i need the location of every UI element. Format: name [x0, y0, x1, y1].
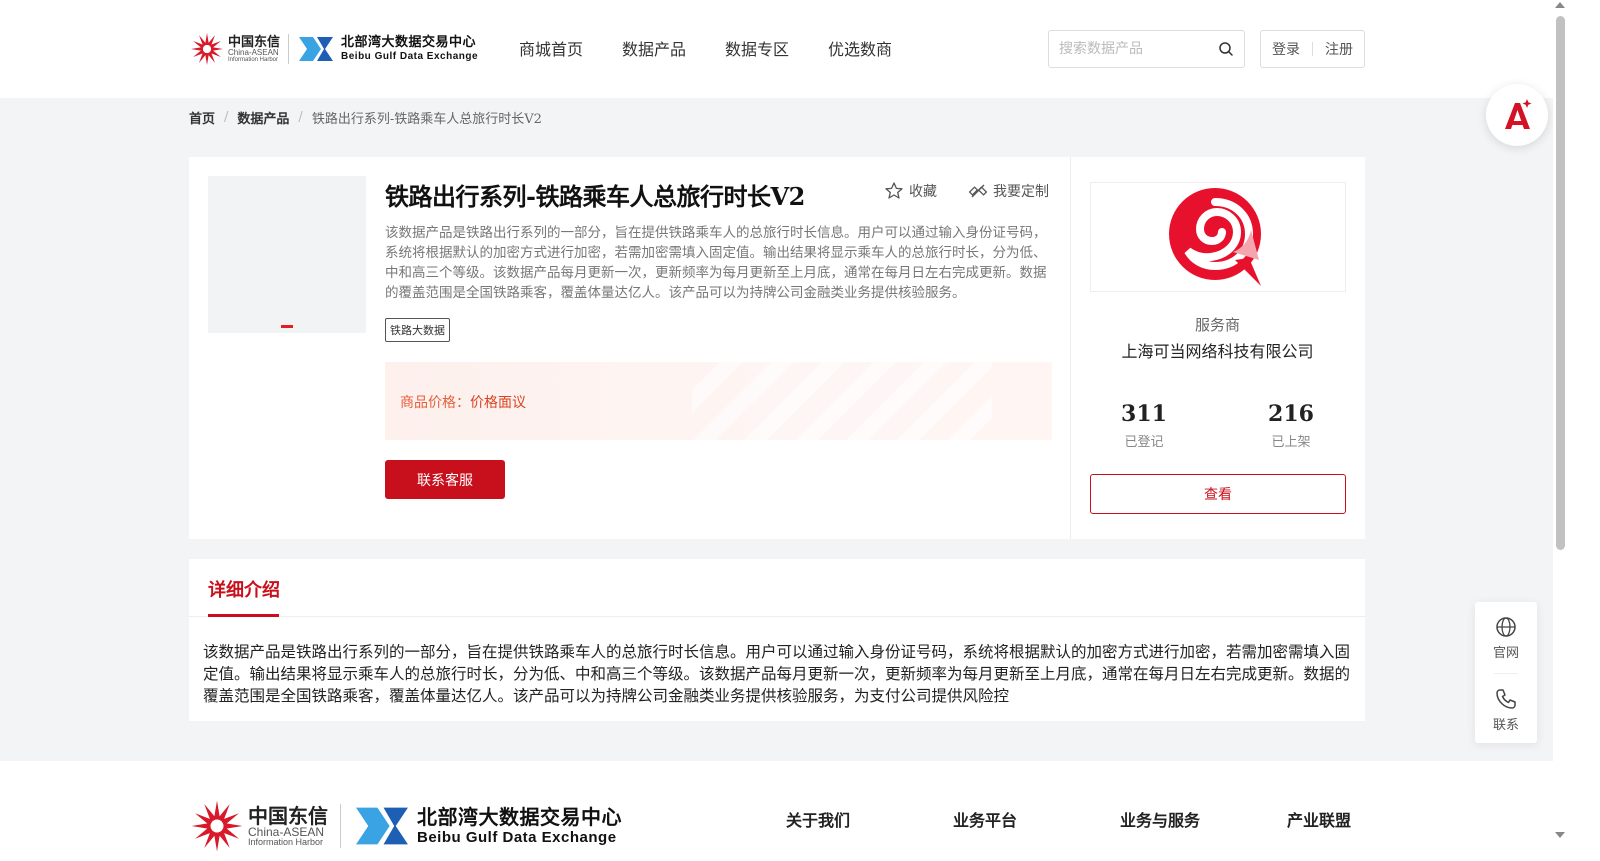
scrollbar-thumb[interactable]: [1556, 16, 1565, 550]
ai-assistant-button[interactable]: [1486, 84, 1548, 146]
price-box-decoration: [692, 362, 992, 440]
nav-data-products[interactable]: 数据产品: [622, 36, 686, 60]
search-icon[interactable]: [1218, 41, 1234, 57]
detail-text: 该数据产品是铁路出行系列的一部分，旨在提供铁路乘车人的总旅行时长信息。用户可以通…: [203, 643, 1351, 705]
customize-label: 我要定制: [993, 184, 1049, 200]
beibu-bx-icon: [356, 807, 408, 845]
breadcrumb-home[interactable]: 首页: [189, 108, 215, 127]
provider-role: 服务商: [1194, 316, 1240, 334]
scroll-up-arrow[interactable]: [1555, 2, 1565, 8]
beibu-en: Beibu Gulf Data Exchange: [341, 50, 479, 62]
favorite-label: 收藏: [909, 184, 937, 200]
chinatel-en-1: China-ASEAN: [248, 824, 325, 839]
product-tag[interactable]: 铁路大数据: [385, 318, 450, 342]
registered-label: 已登记: [1124, 435, 1164, 450]
main-nav: 商城首页 数据产品 数据专区 优选数商: [519, 36, 892, 60]
breadcrumb-separator: /: [298, 110, 303, 125]
provider-logo: [1090, 182, 1346, 292]
auth-divider: [1312, 42, 1313, 56]
footer-business-services[interactable]: 业务与服务: [1120, 807, 1287, 831]
nav-data-zone[interactable]: 数据专区: [725, 36, 789, 60]
beibu-logo: 北部湾大数据交易中心 Beibu Gulf Data Exchange: [297, 34, 478, 64]
chinatel-en-2: Information Harbor: [248, 836, 324, 847]
chinatel-name: 中国东信: [248, 803, 328, 828]
footer-business-platform[interactable]: 业务平台: [953, 807, 1120, 831]
website-link[interactable]: 官网: [1475, 616, 1537, 661]
chinatel-en-1: China-ASEAN: [228, 47, 279, 57]
tab-divider: [189, 616, 1365, 617]
breadcrumb: 首页 / 数据产品 / 铁路出行系列-铁路乘车人总旅行时长V2: [189, 108, 542, 127]
stat-listed: 216 已上架: [1231, 401, 1351, 450]
float-toolbar: 官网 联系: [1475, 602, 1537, 743]
price-row: 商品价格：价格面议: [400, 392, 526, 412]
scroll-down-arrow[interactable]: [1555, 832, 1565, 838]
search-input[interactable]: [1059, 41, 1218, 57]
provider-name: 上海可当网络科技有限公司: [1121, 342, 1314, 361]
tool-divider: [1494, 673, 1518, 674]
detail-card: 详细介绍 该数据产品是铁路出行系列的一部分，旨在提供铁路乘车人的总旅行时长信息。…: [189, 559, 1365, 721]
beibu-logo: 北部湾大数据交易中心 Beibu Gulf Data Exchange: [353, 803, 622, 849]
footer-industry-alliance[interactable]: 产业联盟: [1287, 807, 1351, 831]
beibu-name: 北部湾大数据交易中心: [341, 34, 477, 50]
product-card: 铁路出行系列-铁路乘车人总旅行时长V2 收藏 我要定制 该数据产品是铁路出行系列…: [189, 157, 1365, 539]
stat-registered: 311 已登记: [1084, 401, 1204, 450]
product-title: 铁路出行系列-铁路乘车人总旅行时长V2: [385, 182, 805, 211]
chinatel-sun-icon: [191, 33, 223, 65]
footer-logo: 中国东信 China-ASEAN Information Harbor 北部湾大…: [190, 799, 622, 853]
breadcrumb-category[interactable]: 数据产品: [237, 108, 289, 127]
product-description: 该数据产品是铁路出行系列的一部分，旨在提供铁路乘车人的总旅行时长信息。用户可以通…: [385, 225, 1047, 301]
price-box: 商品价格：价格面议: [385, 362, 1052, 440]
registered-count: 311: [1121, 401, 1167, 427]
breadcrumb-current: 铁路出行系列-铁路乘车人总旅行时长V2: [311, 112, 542, 127]
customize-icon: [968, 184, 988, 198]
login-link[interactable]: 登录: [1272, 39, 1300, 59]
tab-detail-intro[interactable]: 详细介绍: [208, 576, 280, 602]
customize-button[interactable]: 我要定制: [968, 181, 1049, 201]
price-label: 商品价格：: [400, 395, 470, 411]
product-image: [208, 176, 366, 333]
contact-label: 联系: [1492, 718, 1519, 733]
globe-icon: [1496, 617, 1516, 637]
auth-box: 登录 注册: [1260, 30, 1365, 68]
nav-mall-home[interactable]: 商城首页: [519, 36, 583, 60]
chinatel-name: 中国东信: [228, 34, 281, 50]
logo-divider: [340, 804, 341, 848]
nav-preferred-vendors[interactable]: 优选数商: [828, 36, 892, 60]
active-tab-indicator: [208, 614, 279, 617]
listed-count: 216: [1268, 401, 1314, 427]
price-value: 价格面议: [470, 395, 526, 411]
star-icon: [885, 182, 903, 199]
beibu-name: 北部湾大数据交易中心: [417, 804, 622, 829]
beibu-bx-icon: [299, 37, 334, 61]
listed-label: 已上架: [1271, 435, 1311, 450]
view-provider-button[interactable]: 查看: [1090, 474, 1346, 514]
ai-assistant-icon: [1505, 99, 1532, 129]
chinatel-sun-icon: [191, 800, 243, 852]
beibu-en: Beibu Gulf Data Exchange: [417, 828, 617, 846]
chinatel-logo: 中国东信 China-ASEAN Information Harbor: [190, 32, 280, 66]
contact-service-button[interactable]: 联系客服: [385, 460, 505, 499]
site-header: 中国东信 China-ASEAN Information Harbor 北部湾大…: [0, 0, 1568, 98]
breadcrumb-separator: /: [224, 110, 229, 125]
image-carousel-indicator[interactable]: [281, 325, 293, 328]
favorite-button[interactable]: 收藏: [884, 181, 937, 201]
provider-logo-icon: [1169, 188, 1261, 286]
chinatel-logo: 中国东信 China-ASEAN Information Harbor: [190, 799, 328, 853]
chinatel-en-2: Information Harbor: [228, 56, 279, 63]
website-label: 官网: [1492, 646, 1519, 661]
page-scrollbar-gutter: [1568, 0, 1600, 861]
footer-about-us[interactable]: 关于我们: [786, 807, 953, 831]
contact-link[interactable]: 联系: [1475, 688, 1537, 733]
site-footer: 中国东信 China-ASEAN Information Harbor 北部湾大…: [0, 761, 1568, 861]
logo-divider: [288, 34, 290, 64]
footer-nav: 关于我们 业务平台 业务与服务 产业联盟: [786, 807, 1351, 831]
phone-icon: [1496, 689, 1516, 709]
search-box: [1048, 30, 1245, 68]
register-link[interactable]: 注册: [1325, 39, 1353, 59]
site-logo[interactable]: 中国东信 China-ASEAN Information Harbor 北部湾大…: [190, 28, 478, 70]
